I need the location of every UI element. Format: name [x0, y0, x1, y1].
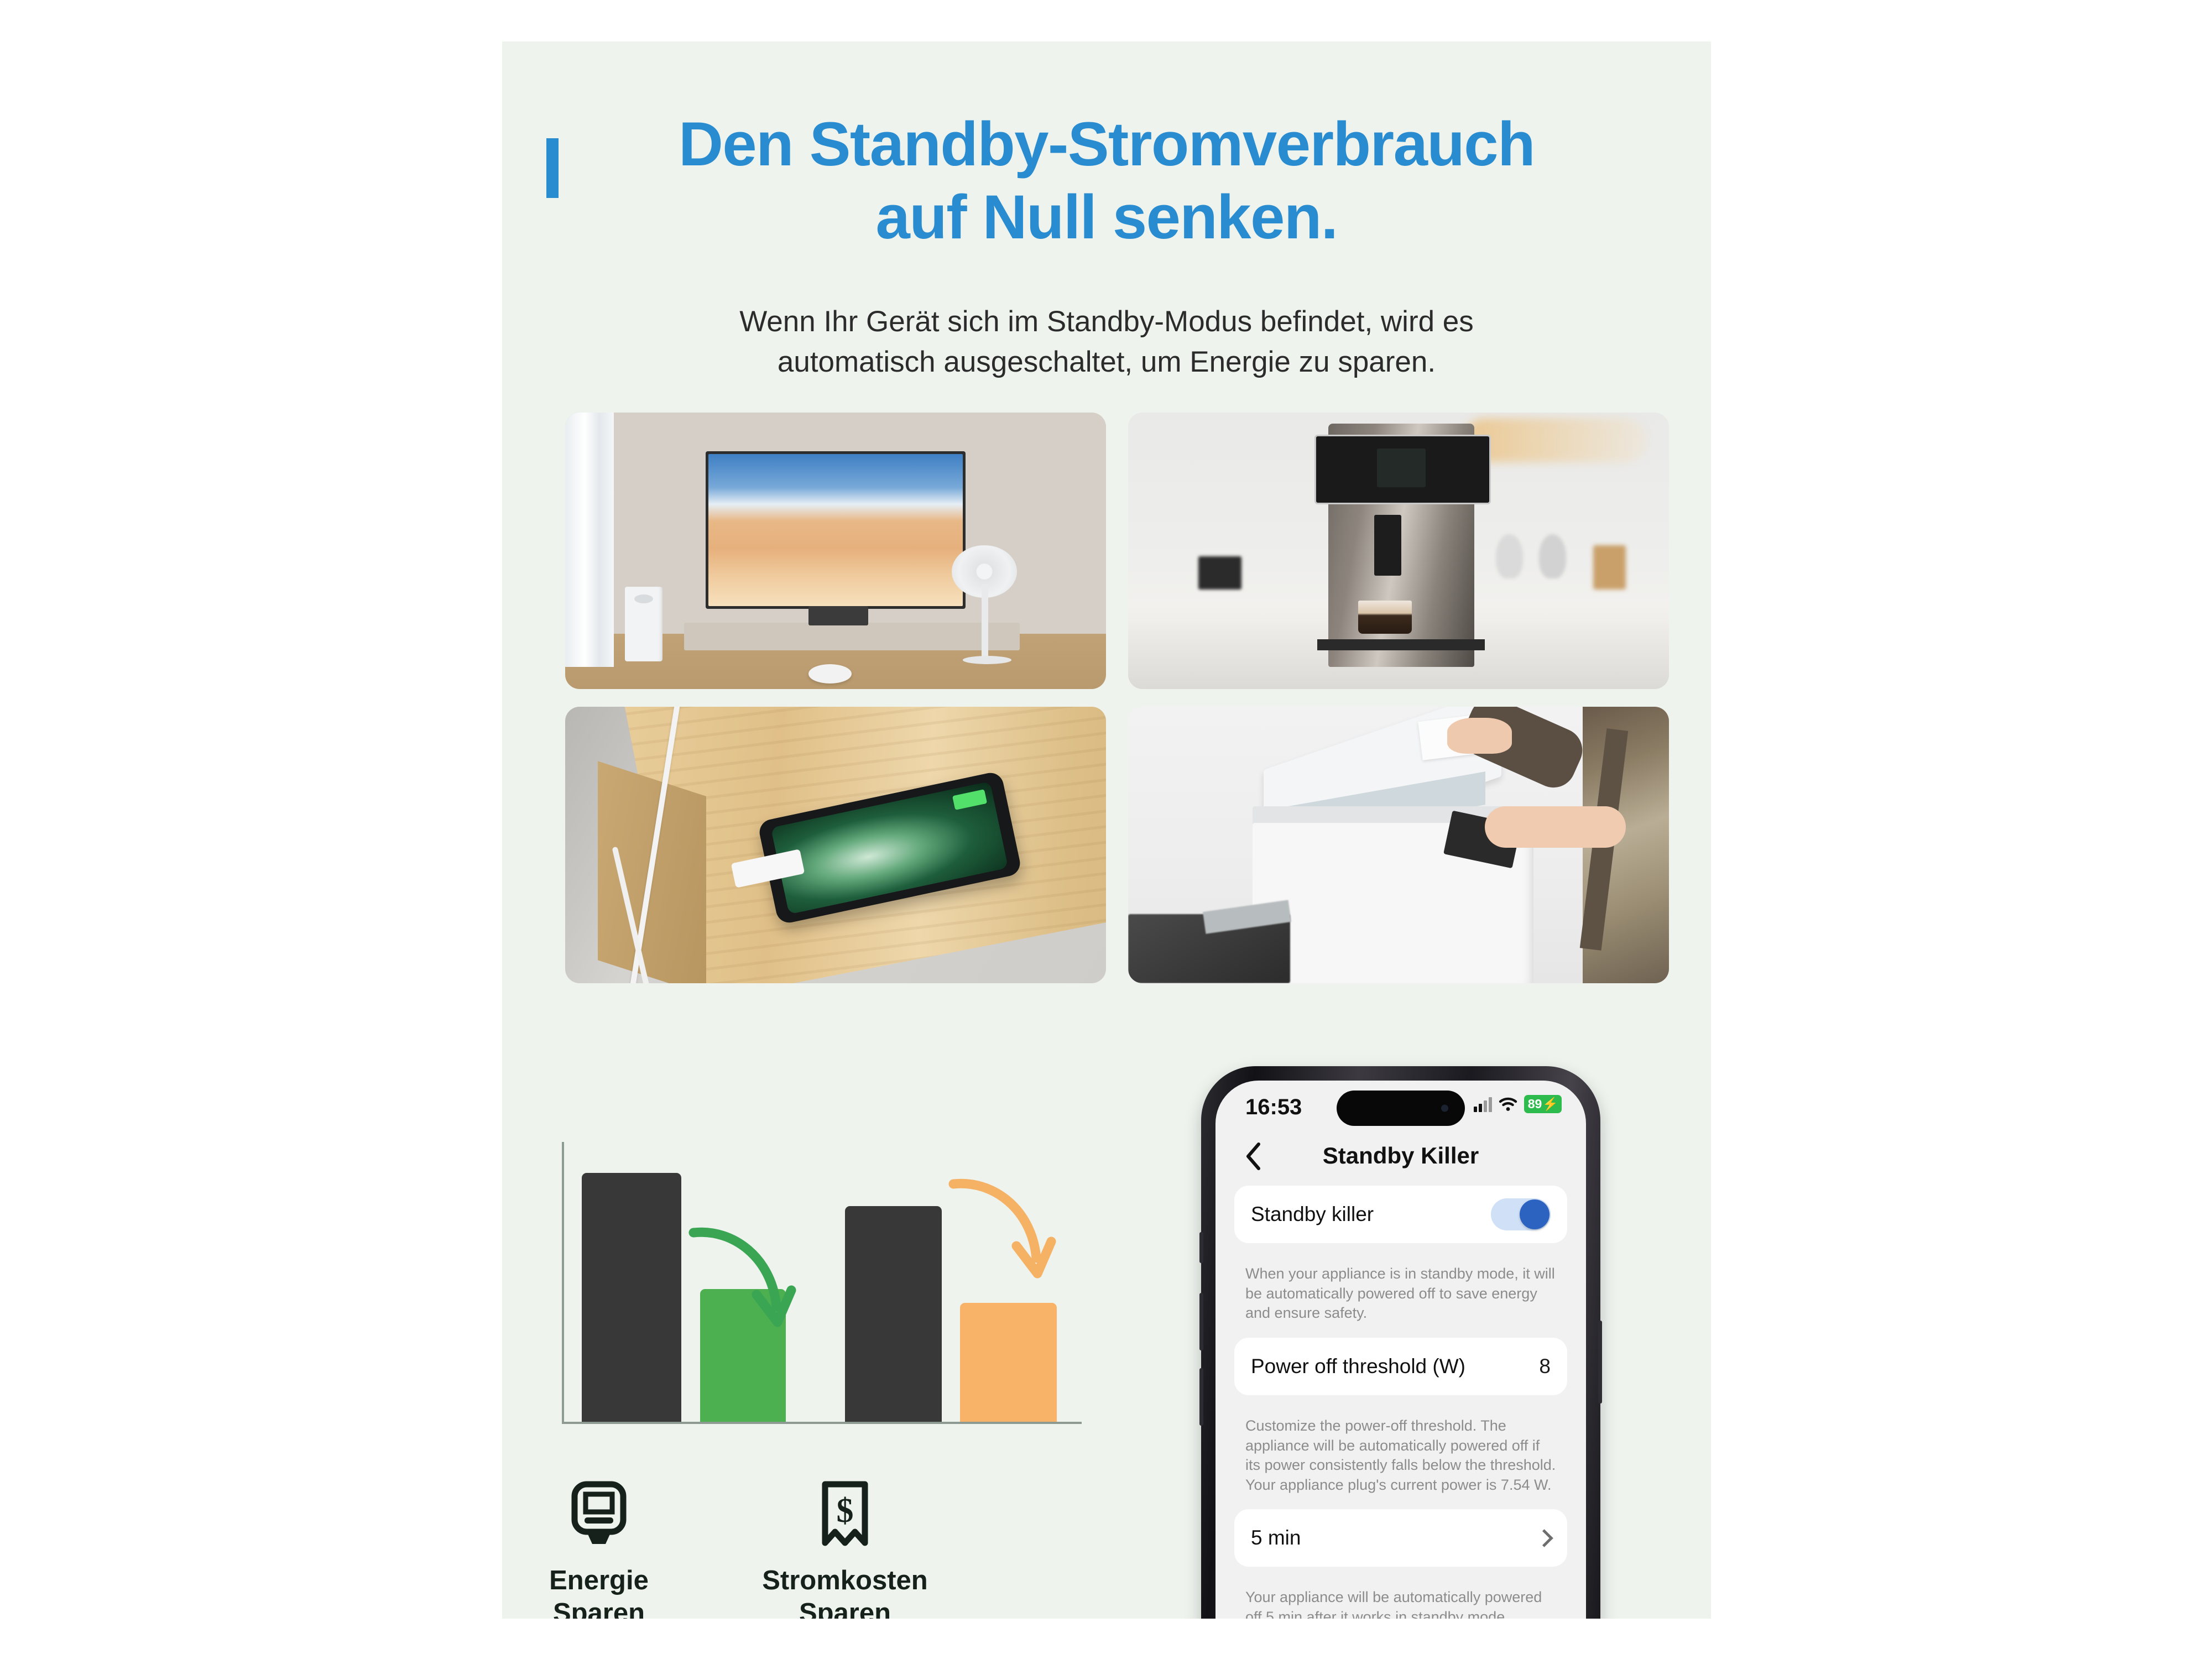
hanging-utensil-2	[1539, 534, 1567, 578]
subtitle-line-1: Wenn Ihr Gerät sich im Standby-Modus bef…	[739, 305, 1474, 338]
kitchen-warm-light	[1463, 418, 1647, 462]
page-title: Den Standby-Stromverbrauch auf Null senk…	[679, 108, 1535, 254]
phone-charging-illustration	[565, 707, 1106, 983]
wifi-icon	[1499, 1097, 1517, 1112]
person-hand-upper	[1447, 718, 1512, 754]
gallery-image-copier	[1128, 707, 1669, 983]
dynamic-island	[1337, 1091, 1465, 1126]
pedestal-fan-base	[962, 656, 1011, 664]
status-bar: 16:53 89 ⚡	[1215, 1081, 1586, 1134]
drip-tray	[1317, 639, 1485, 650]
promo-card: Den Standby-Stromverbrauch auf Null senk…	[502, 41, 1711, 1619]
benefit-energie-label: Energie Sparen	[502, 1564, 698, 1619]
energy-meter-icon	[502, 1479, 698, 1551]
living-room-illustration	[565, 413, 1106, 689]
wall-tv	[706, 451, 966, 609]
coffee-machine-illustration	[1128, 413, 1669, 689]
phone-volume-up-button[interactable]	[1199, 1293, 1203, 1350]
person-arm-lower	[1485, 806, 1626, 848]
soundbar-device	[808, 606, 868, 625]
tv-console	[684, 623, 1020, 650]
chart-bar-kosten-after	[960, 1303, 1057, 1422]
row-power-off-threshold[interactable]: Power off threshold (W) 8	[1234, 1337, 1567, 1395]
coffee-machine-display	[1376, 448, 1426, 487]
page-root: Den Standby-Stromverbrauch auf Null senk…	[0, 0, 2212, 1659]
row-delay-duration[interactable]: 5 min	[1234, 1509, 1567, 1567]
air-purifier	[624, 587, 663, 661]
phone-screen: 16:53 89 ⚡ Standby Killer Standby killer…	[1215, 1081, 1586, 1619]
row-standby-killer[interactable]: Standby killer	[1234, 1186, 1567, 1243]
headline-line-2: auf Null senken.	[875, 182, 1338, 252]
charging-bolt-icon: ⚡	[1542, 1097, 1558, 1111]
benefit-stromkosten-line2: Sparen	[799, 1598, 891, 1619]
robot-vacuum	[808, 664, 852, 684]
standby-killer-toggle[interactable]	[1491, 1198, 1551, 1230]
power-off-threshold-value: 8	[1539, 1354, 1551, 1378]
row-delay-duration-label: 5 min	[1251, 1526, 1301, 1550]
hanging-utensil-1	[1496, 534, 1523, 578]
benefit-energie: Energie Sparen	[502, 1479, 698, 1619]
battery-percent: 89	[1527, 1097, 1542, 1111]
money-receipt-icon: $	[745, 1479, 945, 1551]
chart-bar-kosten-before	[845, 1206, 942, 1422]
gallery-image-living-room	[565, 413, 1106, 689]
note-delay-duration: Your appliance will be automatically pow…	[1245, 1589, 1542, 1619]
benefit-stromkosten: $ Stromkosten Sparen	[745, 1479, 945, 1619]
benefit-energie-line1: Energie	[549, 1566, 649, 1595]
subtitle-line-2: automatisch ausgeschaltet, um Energie zu…	[777, 346, 1436, 379]
screen-title: Standby Killer	[1322, 1142, 1479, 1168]
row-power-off-threshold-label: Power off threshold (W)	[1251, 1354, 1465, 1378]
nav-bar: Standby Killer	[1215, 1134, 1586, 1181]
chart-x-axis	[562, 1422, 1082, 1424]
chart-y-axis	[562, 1142, 564, 1424]
benefit-stromkosten-line1: Stromkosten	[762, 1566, 928, 1595]
phone-volume-down-button[interactable]	[1199, 1368, 1203, 1426]
settings-list: Standby killer When your appliance is in…	[1215, 1186, 1586, 1619]
cellular-signal-icon	[1473, 1097, 1492, 1112]
page-subtitle: Wenn Ihr Gerät sich im Standby-Modus bef…	[640, 301, 1573, 382]
gallery-image-phone-charging	[565, 707, 1106, 983]
chart-bar-energie-before	[582, 1173, 681, 1422]
headline-block: Den Standby-Stromverbrauch auf Null senk…	[502, 108, 1711, 254]
espresso-cup	[1358, 601, 1412, 634]
status-indicators: 89 ⚡	[1473, 1095, 1562, 1113]
background-faucet	[1198, 556, 1242, 589]
phone-mockup: 16:53 89 ⚡ Standby Killer Standby killer…	[1199, 1066, 1602, 1619]
background-jar	[1593, 545, 1626, 589]
note-power-off-threshold: Customize the power-off threshold. The a…	[1245, 1417, 1556, 1493]
row-standby-killer-label: Standby killer	[1251, 1203, 1374, 1225]
toggle-knob	[1520, 1199, 1550, 1229]
coffee-spout	[1374, 515, 1401, 576]
headline-line-1: Den Standby-Stromverbrauch	[679, 109, 1535, 179]
chart-arrow-orange-icon	[948, 1178, 1056, 1279]
chart-arrow-green-icon	[688, 1227, 796, 1327]
curtain	[565, 413, 614, 667]
tv-screen-desert-image	[708, 454, 963, 606]
savings-bar-chart	[552, 1142, 1094, 1452]
benefit-stromkosten-label: Stromkosten Sparen	[745, 1564, 945, 1619]
svg-text:$: $	[837, 1492, 854, 1530]
phone-silent-switch[interactable]	[1199, 1232, 1203, 1263]
note-standby-killer: When your appliance is in standby mode, …	[1245, 1265, 1555, 1322]
status-time: 16:53	[1245, 1095, 1302, 1119]
phone-power-button[interactable]	[1598, 1321, 1602, 1404]
pedestal-fan-pole	[982, 584, 988, 661]
gallery-image-coffee-machine	[1128, 413, 1669, 689]
copier-illustration	[1128, 707, 1669, 983]
benefit-energie-line2: Sparen	[552, 1598, 645, 1619]
battery-indicator: 89 ⚡	[1524, 1095, 1562, 1113]
chevron-right-icon	[1535, 1529, 1553, 1547]
